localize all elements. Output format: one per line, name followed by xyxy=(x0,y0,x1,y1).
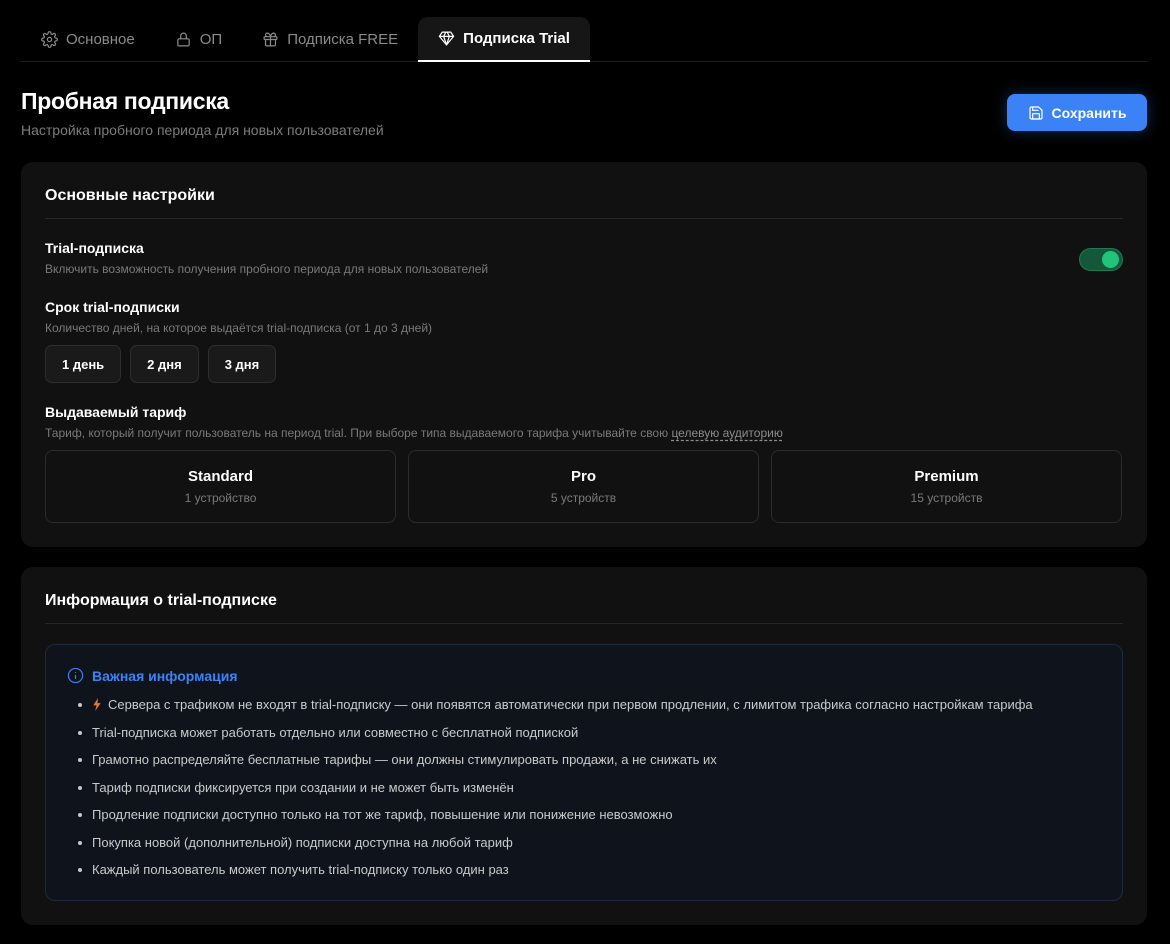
trial-toggle-label: Trial-подписка xyxy=(45,240,144,256)
duration-options: 1 день 2 дня 3 дня xyxy=(45,345,277,383)
list-item-text: Сервера с трафиком не входят в trial-под… xyxy=(108,697,1033,712)
divider xyxy=(45,623,1123,624)
info-box-title: Важная информация xyxy=(92,667,238,684)
toggle-knob xyxy=(1102,251,1119,268)
plan-devices: 15 устройств xyxy=(910,491,983,505)
save-icon xyxy=(1028,105,1043,120)
save-button-label: Сохранить xyxy=(1051,104,1127,121)
tab-general[interactable]: Основное xyxy=(21,17,155,61)
trial-toggle-description: Включить возможность получения пробного … xyxy=(45,262,489,276)
plan-pro[interactable]: Pro 5 устройств xyxy=(408,450,759,523)
list-item: Тариф подписки фиксируется при создании … xyxy=(78,778,1033,806)
tariff-plans: Standard 1 устройство Pro 5 устройств Pr… xyxy=(45,450,1122,523)
diamond-icon xyxy=(438,31,455,46)
tariff-description-text: Тариф, который получит пользователь на п… xyxy=(45,426,672,440)
gear-icon xyxy=(41,30,58,48)
plan-name: Standard xyxy=(187,468,253,485)
tab-bar: Основное ОП Подписка FREE Подписка Trial xyxy=(21,17,1147,62)
plan-standard[interactable]: Standard 1 устройство xyxy=(45,450,396,523)
duration-3-days-button[interactable]: 3 дня xyxy=(207,345,277,383)
list-item: Продление подписки доступно только на то… xyxy=(78,805,1033,833)
lightning-icon xyxy=(93,698,101,711)
list-item: Trial-подписка может работать отдельно и… xyxy=(78,723,1033,751)
divider xyxy=(45,218,1123,219)
tab-label: ОП xyxy=(199,30,223,48)
plan-name: Premium xyxy=(914,468,979,485)
card-title: Информация о trial-подписке xyxy=(45,592,277,609)
page-title: Пробная подписка xyxy=(21,88,229,114)
trial-info-card: Информация о trial-подписке Важная инфор… xyxy=(21,567,1147,925)
list-item: Сервера с трафиком не входят в trial-под… xyxy=(78,695,1033,723)
info-icon xyxy=(67,667,84,684)
save-button[interactable]: Сохранить xyxy=(1007,94,1147,131)
tab-label: Подписка Trial xyxy=(463,30,570,47)
tab-op[interactable]: ОП xyxy=(155,17,242,61)
list-item: Покупка новой (дополнительной) подписки … xyxy=(78,833,1033,861)
duration-label: Срок trial-подписки xyxy=(45,299,180,315)
info-list: Сервера с трафиком не входят в trial-под… xyxy=(78,695,1033,888)
main-settings-card: Основные настройки Trial-подписка Включи… xyxy=(21,162,1147,547)
tab-free-subscription[interactable]: Подписка FREE xyxy=(242,17,418,61)
plan-devices: 5 устройств xyxy=(550,491,617,505)
tab-trial-subscription[interactable]: Подписка Trial xyxy=(418,17,590,62)
tab-label: Подписка FREE xyxy=(287,30,399,48)
lock-icon xyxy=(176,32,190,46)
plan-devices: 1 устройство xyxy=(184,491,257,505)
list-item: Грамотно распределяйте бесплатные тарифы… xyxy=(78,750,1033,778)
tariff-description: Тариф, который получит пользователь на п… xyxy=(45,426,783,440)
target-audience-link[interactable]: целевую аудиторию xyxy=(671,426,782,440)
list-item: Каждый пользователь может получить trial… xyxy=(78,860,1033,888)
tariff-label: Выдаваемый тариф xyxy=(45,404,187,420)
plan-premium[interactable]: Premium 15 устройств xyxy=(771,450,1122,523)
important-info-box: Важная информация Сервера с трафиком не … xyxy=(45,644,1123,901)
page-subtitle: Настройка пробного периода для новых пол… xyxy=(21,122,384,138)
duration-1-day-button[interactable]: 1 день xyxy=(45,345,122,383)
gift-icon xyxy=(263,32,278,46)
trial-toggle[interactable] xyxy=(1079,248,1123,271)
duration-2-days-button[interactable]: 2 дня xyxy=(130,345,199,383)
card-title: Основные настройки xyxy=(45,187,215,204)
info-box-header: Важная информация xyxy=(67,667,238,684)
duration-description: Количество дней, на которое выдаётся tri… xyxy=(45,321,433,335)
plan-name: Pro xyxy=(570,468,596,485)
tab-label: Основное xyxy=(66,30,135,48)
